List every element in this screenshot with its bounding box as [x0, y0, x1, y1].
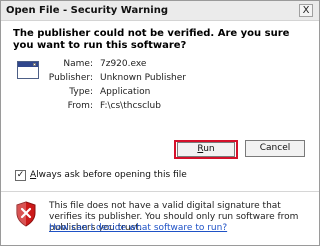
detail-row-type: Type: Application [41, 87, 241, 99]
always-ask-checkbox[interactable]: ✓ [15, 170, 26, 181]
detail-row-publisher: Publisher: Unknown Publisher [41, 73, 241, 85]
detail-value: F:\cs\thcsclub [100, 101, 161, 111]
detail-value: 7z920.exe [100, 59, 147, 69]
checkmark-icon: ✓ [16, 170, 25, 180]
title-bar: Open File - Security Warning X [1, 1, 319, 21]
detail-label: Type: [69, 87, 93, 97]
window-title: Open File - Security Warning [6, 5, 168, 16]
detail-value: Application [100, 87, 151, 97]
run-label-rest: un [203, 144, 215, 154]
run-button[interactable]: Run [177, 142, 235, 157]
shield-warning-icon [16, 201, 36, 227]
close-button[interactable]: X [299, 4, 313, 17]
help-link[interactable]: How can I decide what software to run? [49, 223, 227, 233]
divider [1, 191, 319, 192]
warning-headline: The publisher could not be verified. Are… [13, 28, 290, 51]
cancel-button[interactable]: Cancel [245, 140, 305, 157]
application-icon [17, 61, 39, 79]
always-ask-label[interactable]: Always ask before opening this file [30, 170, 187, 180]
detail-label: Publisher: [48, 73, 93, 83]
checkbox-label-rest: lways ask before opening this file [36, 170, 187, 180]
detail-value: Unknown Publisher [100, 73, 186, 83]
detail-label: Name: [63, 59, 93, 69]
detail-row-name: Name: 7z920.exe [41, 59, 241, 71]
security-warning-dialog: Open File - Security Warning X The publi… [0, 0, 320, 246]
detail-label: From: [67, 101, 93, 111]
close-icon: X [302, 5, 310, 16]
detail-row-from: From: F:\cs\thcsclub [41, 101, 241, 113]
